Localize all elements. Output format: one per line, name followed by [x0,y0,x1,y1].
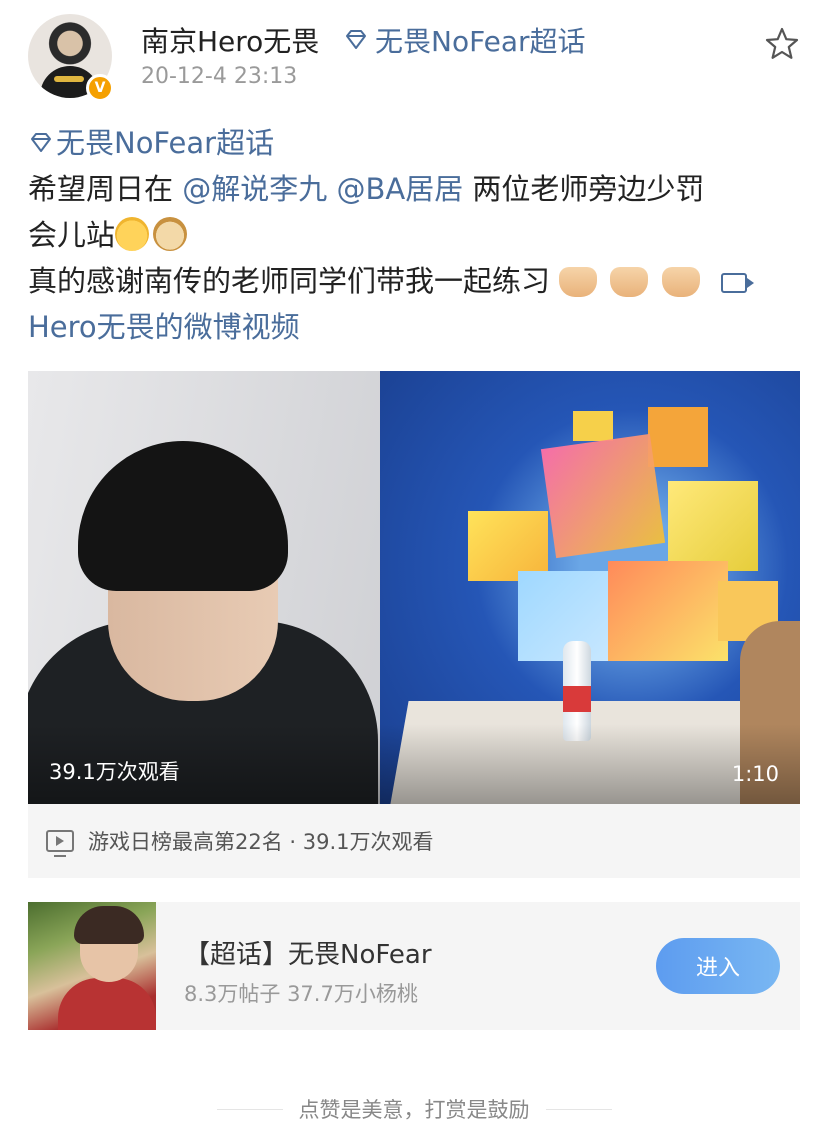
doge-emoji-icon [153,217,188,251]
video-scene-cube [668,481,758,571]
praying-hands-emoji-icon [610,267,649,297]
video-player[interactable]: 39.1万次观看 1:10 [28,371,800,804]
video-view-count: 39.1万次观看 [49,760,180,784]
diamond-icon [31,133,51,152]
praying-hands-emoji-icon [661,267,700,297]
supertopic-stats: 8.3万帖子 37.7万小杨桃 [184,982,418,1006]
video-scene-bottle-label [563,686,591,712]
blush-emoji-icon [115,217,150,251]
post-line-topic: 无畏NoFear超话 [28,120,800,166]
favorite-star-icon[interactable] [764,26,800,62]
supertopic-card[interactable]: 【超话】无畏NoFear 8.3万帖子 37.7万小杨桃 进入 [28,902,800,1030]
post-line-1: 希望周日在 @解说李九 @BA居居 两位老师旁边少罚 [28,166,800,212]
diamond-icon [346,30,366,49]
avatar-shirt-stripe [54,76,84,82]
video-link[interactable]: Hero无畏的微博视频 [28,310,300,344]
post-topic-link[interactable]: 无畏NoFear超话 [28,126,274,160]
post-timestamp: 20-12-4 23:13 [141,64,298,89]
video-info-bar[interactable]: 游戏日榜最高第22名 · 39.1万次观看 [28,804,800,878]
username[interactable]: 南京Hero无畏 [141,20,319,60]
footer-divider-left [216,1108,283,1110]
post-text-line2: 会儿站 [28,218,116,252]
thumbnail-shirt [58,978,156,1030]
supertopic-thumbnail [28,902,156,1030]
footer-text: 点赞是美意，打赏是鼓励 [298,1098,530,1122]
post-text-line3: 真的感谢南传的老师同学们带我一起练习 [28,264,551,298]
header-topic-label: 无畏NoFear超话 [375,25,586,58]
video-scene-cube [648,407,708,467]
video-camera-icon [720,273,754,293]
tv-play-icon [46,830,74,857]
thumbnail-hair [74,906,144,944]
post-content: 无畏NoFear超话 希望周日在 @解说李九 @BA居居 两位老师旁边少罚 会儿… [28,120,800,350]
post-line-4: Hero无畏的微博视频 [28,304,800,350]
post-topic-label: 无畏NoFear超话 [56,126,275,160]
header-topic-link[interactable]: 无畏NoFear超话 [343,20,586,60]
enter-supertopic-button[interactable]: 进入 [656,938,780,994]
footer: 点赞是美意，打赏是鼓励 [0,1094,828,1122]
video-scene-cube [608,561,728,661]
post-text-prefix: 希望周日在 [28,172,174,206]
post-line-2: 会儿站 [28,212,800,258]
post-text-suffix: 两位老师旁边少罚 [472,172,705,206]
video-duration: 1:10 [731,762,779,786]
verified-badge-icon: V [86,74,114,102]
video-info-text: 游戏日榜最高第22名 · 39.1万次观看 [88,830,434,854]
video-scene-cube [540,433,666,559]
supertopic-title: 【超话】无畏NoFear [184,940,432,970]
video-scene-cube [573,411,613,441]
praying-hands-emoji-icon [559,267,598,297]
footer-divider-right [545,1108,612,1110]
mention-link-lijiu[interactable]: @解说李九 [182,172,327,206]
post-line-3: 真的感谢南传的老师同学们带我一起练习 [28,258,800,304]
mention-link-baju[interactable]: @BA居居 [336,172,463,206]
